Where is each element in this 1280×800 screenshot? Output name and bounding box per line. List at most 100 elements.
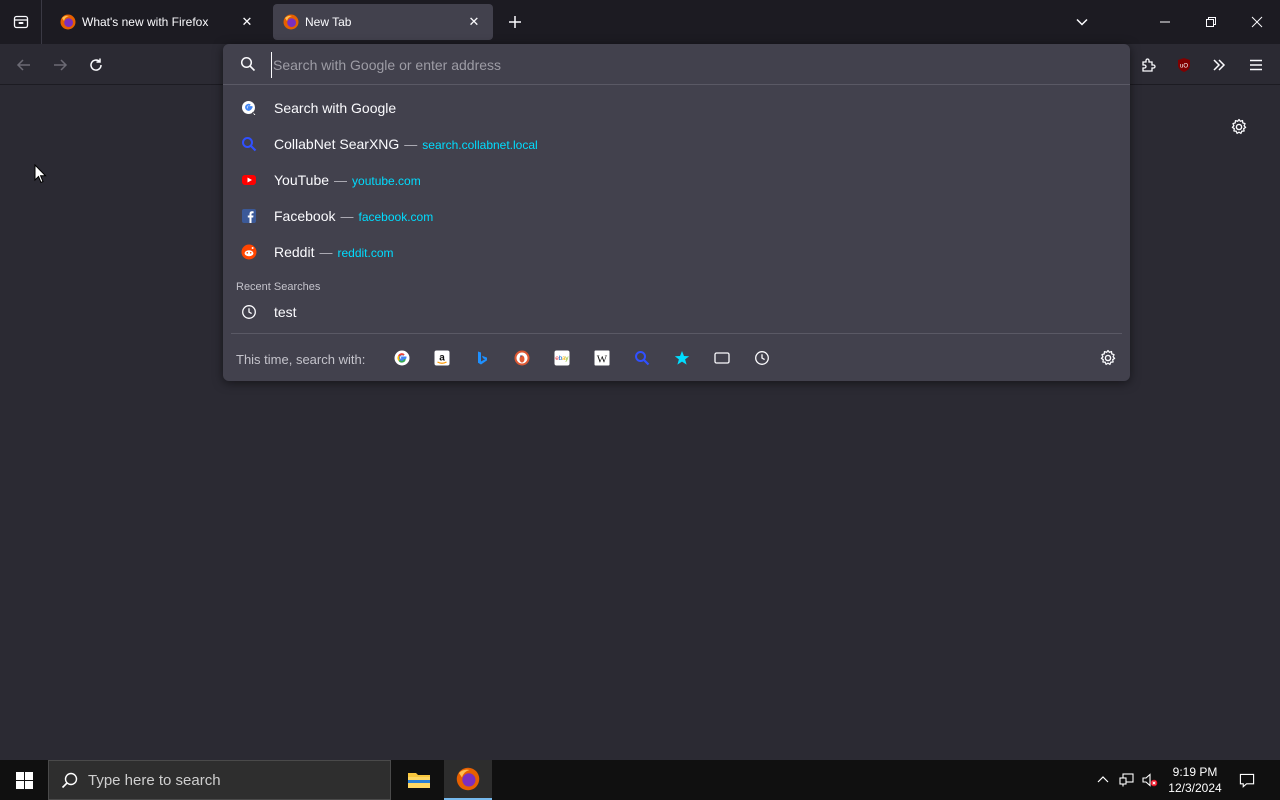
engine-tabs-button[interactable] (713, 349, 731, 367)
recent-searches-header: Recent Searches (236, 281, 321, 293)
result-separator: — (334, 173, 348, 188)
search-settings-button[interactable] (1099, 349, 1117, 367)
forward-button[interactable] (45, 50, 75, 80)
engine-searxng-button[interactable] (633, 349, 651, 367)
engine-history-button[interactable] (753, 349, 771, 367)
result-title: Search with Google (274, 100, 397, 116)
taskbar: Type here to search 9:19 PM 12/3/2024 (0, 760, 1280, 800)
svg-text:uO: uO (1180, 64, 1188, 70)
windows-logo-icon (15, 771, 33, 789)
engine-bookmarks-button[interactable] (673, 349, 691, 367)
ublock-origin-button[interactable]: uO (1169, 50, 1199, 80)
back-button[interactable] (9, 50, 39, 80)
engine-ebay-button[interactable]: ebay (553, 349, 571, 367)
result-url: reddit.com (337, 246, 394, 260)
clock[interactable]: 9:19 PM 12/3/2024 (1162, 764, 1228, 796)
star-icon (674, 351, 690, 365)
url-input[interactable] (271, 52, 1111, 78)
result-url: search.collabnet.local (422, 138, 538, 152)
chevron-up-icon (1097, 776, 1109, 783)
firefox-view-icon (13, 15, 28, 29)
divider (231, 333, 1122, 334)
gear-icon (1231, 118, 1247, 135)
firefox-view-button[interactable] (0, 0, 42, 44)
close-tab-icon[interactable]: ✕ (238, 13, 256, 31)
firefox-logo-icon (456, 767, 480, 791)
show-hidden-icons-button[interactable] (1095, 772, 1111, 788)
result-facebook[interactable]: Facebook — facebook.com (231, 200, 1122, 232)
minimize-icon (1160, 21, 1170, 23)
start-button[interactable] (0, 760, 48, 800)
reddit-icon (241, 244, 257, 260)
new-tab-button[interactable] (503, 10, 527, 34)
firefox-logo-icon (283, 14, 299, 30)
search-icon (61, 772, 78, 789)
minimize-button[interactable] (1150, 6, 1180, 38)
tab-strip: What's new with Firefox ✕ New Tab ✕ (0, 0, 1280, 44)
result-separator: — (404, 137, 418, 152)
engine-amazon-button[interactable]: a (433, 349, 451, 367)
clock-date: 12/3/2024 (1168, 781, 1222, 795)
network-icon (1119, 773, 1134, 787)
extensions-button[interactable] (1133, 50, 1163, 80)
tab-new-tab[interactable]: New Tab ✕ (273, 4, 493, 40)
action-center-button[interactable] (1239, 772, 1255, 788)
result-youtube[interactable]: YouTube — youtube.com (231, 164, 1122, 196)
wikipedia-icon: W (594, 350, 610, 366)
result-separator: — (319, 245, 333, 260)
searxng-icon (242, 137, 257, 152)
clock-time: 9:19 PM (1172, 765, 1218, 779)
result-title: CollabNet SearXNG (274, 136, 400, 152)
result-search-with-google[interactable]: Search with Google (231, 92, 1122, 124)
reload-icon (90, 58, 102, 71)
hamburger-menu-icon (1250, 59, 1262, 71)
firefox-logo-icon (60, 14, 76, 30)
result-reddit[interactable]: Reddit — reddit.com (231, 236, 1122, 268)
app-menu-button[interactable] (1241, 50, 1271, 80)
close-window-button[interactable] (1242, 6, 1272, 38)
tab-whats-new[interactable]: What's new with Firefox ✕ (50, 4, 266, 40)
result-recent-search[interactable]: test (231, 296, 1122, 328)
tab-title: What's new with Firefox (82, 15, 209, 29)
one-off-search-bar: This time, search with: a ebay W (223, 336, 1130, 380)
amazon-icon: a (434, 350, 450, 366)
reload-button[interactable] (81, 50, 111, 80)
folder-icon (408, 773, 430, 788)
taskbar-search-box[interactable]: Type here to search (48, 760, 391, 800)
taskbar-file-explorer[interactable] (395, 760, 443, 800)
chevron-down-icon (1076, 18, 1088, 26)
facebook-icon (242, 209, 256, 223)
volume-button[interactable] (1142, 772, 1158, 788)
search-icon (240, 56, 256, 72)
puzzle-piece-icon (1142, 58, 1156, 72)
gear-icon (1100, 349, 1116, 366)
restore-button[interactable] (1196, 6, 1226, 38)
youtube-icon (242, 175, 256, 185)
more-tools-button[interactable] (1204, 50, 1234, 80)
taskbar-search-placeholder: Type here to search (88, 772, 221, 789)
urlbar (223, 44, 1130, 85)
network-button[interactable] (1119, 772, 1135, 788)
new-tab-settings-button[interactable] (1226, 114, 1252, 140)
restore-icon (1206, 17, 1216, 27)
plus-icon (509, 16, 521, 28)
result-title: Facebook (274, 208, 336, 224)
ebay-icon: ebay (554, 350, 570, 366)
chevron-double-right-icon (1213, 59, 1226, 71)
engine-google-button[interactable] (393, 349, 411, 367)
google-icon (394, 350, 410, 366)
result-url: youtube.com (352, 174, 421, 188)
result-title: Reddit (274, 244, 315, 260)
close-tab-icon[interactable]: ✕ (465, 13, 483, 31)
result-title: YouTube (274, 172, 330, 188)
engine-bing-button[interactable] (473, 349, 491, 367)
result-searxng[interactable]: CollabNet SearXNG — search.collabnet.local (231, 128, 1122, 160)
mouse-pointer-icon (34, 163, 47, 189)
engine-duckduckgo-button[interactable] (513, 349, 531, 367)
list-all-tabs-button[interactable] (1067, 6, 1097, 38)
taskbar-firefox[interactable] (444, 760, 492, 800)
ublock-origin-icon: uO (1178, 58, 1190, 72)
result-title: test (274, 304, 297, 320)
engine-wikipedia-button[interactable]: W (593, 349, 611, 367)
history-clock-icon (755, 351, 769, 365)
